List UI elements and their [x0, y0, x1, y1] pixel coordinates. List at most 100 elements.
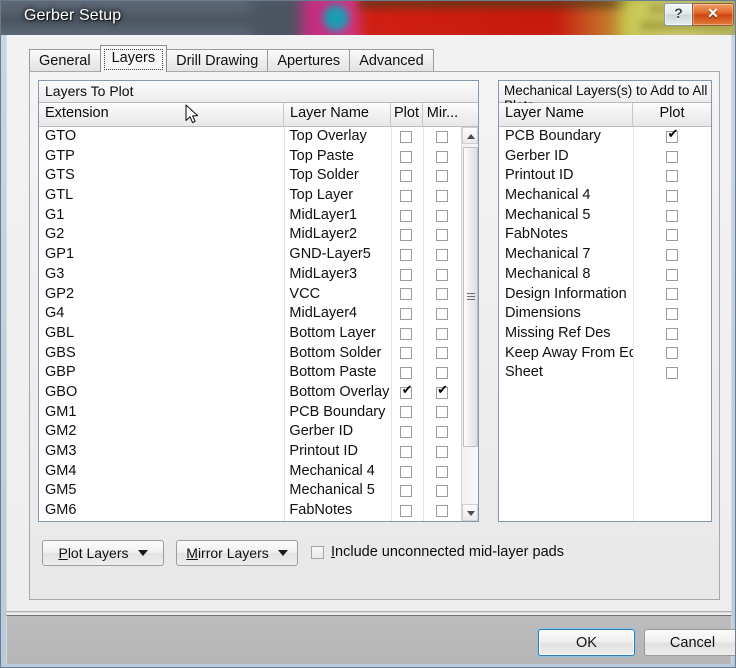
- plot-checkbox[interactable]: [400, 288, 413, 301]
- plot-checkbox[interactable]: [400, 130, 413, 143]
- plot-checkbox[interactable]: [400, 209, 413, 222]
- plot-checkbox[interactable]: [666, 248, 678, 261]
- tab-advanced[interactable]: Advanced: [349, 49, 434, 72]
- checkbox-box[interactable]: [311, 545, 324, 559]
- layers-to-plot-list[interactable]: Layers To Plot Extension Layer Name Plot…: [38, 80, 479, 522]
- mirror-checkbox[interactable]: [435, 229, 448, 242]
- mirror-checkbox[interactable]: [435, 504, 448, 517]
- plot-checkbox[interactable]: [400, 327, 413, 340]
- cancel-button[interactable]: Cancel: [644, 629, 735, 656]
- mirror-checkbox[interactable]: [435, 485, 448, 498]
- column-header-plot[interactable]: Plot: [391, 103, 423, 126]
- table-row[interactable]: GM1 PCB Boundary: [39, 403, 461, 423]
- plot-checkbox[interactable]: [666, 209, 678, 222]
- plot-checkbox[interactable]: [400, 426, 413, 439]
- plot-checkbox[interactable]: [666, 170, 678, 183]
- table-row[interactable]: PCB Boundary: [499, 127, 711, 147]
- mirror-checkbox[interactable]: [435, 288, 448, 301]
- mirror-checkbox[interactable]: [435, 189, 448, 202]
- table-row[interactable]: Missing Ref Des: [499, 324, 711, 344]
- mirror-checkbox[interactable]: [435, 268, 448, 281]
- table-row[interactable]: GTL Top Layer: [39, 186, 461, 206]
- table-row[interactable]: Mechanical 7: [499, 245, 711, 265]
- plot-checkbox[interactable]: [400, 367, 413, 380]
- close-button[interactable]: ✕: [692, 3, 734, 26]
- table-row[interactable]: Design Information: [499, 285, 711, 305]
- table-row[interactable]: GBP Bottom Paste: [39, 363, 461, 383]
- table-row[interactable]: Keep Away From Edge: [499, 344, 711, 364]
- plot-checkbox[interactable]: [400, 308, 413, 321]
- mirror-checkbox[interactable]: [435, 248, 448, 261]
- column-header-plot[interactable]: Plot: [633, 103, 711, 126]
- plot-checkbox[interactable]: [666, 128, 680, 143]
- table-row[interactable]: GM3 Printout ID: [39, 442, 461, 462]
- table-row[interactable]: Mechanical 5: [499, 206, 711, 226]
- mirror-checkbox[interactable]: [435, 465, 448, 478]
- tab-general[interactable]: General: [29, 49, 101, 72]
- mirror-checkbox[interactable]: [435, 445, 448, 458]
- plot-checkbox[interactable]: [666, 308, 678, 321]
- plot-checkbox[interactable]: [400, 465, 413, 478]
- table-row[interactable]: Sheet: [499, 363, 711, 383]
- plot-checkbox[interactable]: [666, 347, 678, 360]
- tab-apertures[interactable]: Apertures: [267, 49, 351, 72]
- mirror-checkbox[interactable]: [435, 209, 448, 222]
- mirror-checkbox[interactable]: [435, 327, 448, 340]
- plot-checkbox[interactable]: [666, 327, 678, 340]
- title-bar[interactable]: Gerber Setup ? ✕: [1, 1, 735, 35]
- column-header-layer-name[interactable]: Layer Name: [499, 103, 633, 126]
- layers-list-scrollbar[interactable]: [461, 127, 478, 521]
- plot-checkbox[interactable]: [400, 150, 413, 163]
- mirror-checkbox[interactable]: [435, 130, 448, 143]
- mirror-checkbox[interactable]: [435, 384, 450, 399]
- table-row[interactable]: Gerber ID: [499, 147, 711, 167]
- table-row[interactable]: G2 MidLayer2: [39, 225, 461, 245]
- plot-checkbox[interactable]: [400, 268, 413, 281]
- plot-checkbox[interactable]: [400, 406, 413, 419]
- plot-checkbox[interactable]: [666, 229, 678, 242]
- table-row[interactable]: G3 MidLayer3: [39, 265, 461, 285]
- mirror-checkbox[interactable]: [435, 347, 448, 360]
- mechanical-layers-list[interactable]: Mechanical Layers(s) to Add to All Plots…: [498, 80, 712, 522]
- scrollbar-thumb[interactable]: [463, 147, 478, 447]
- mirror-checkbox[interactable]: [435, 426, 448, 439]
- mirror-layers-button[interactable]: Mirror Layers: [176, 540, 298, 566]
- table-row[interactable]: GP2 VCC: [39, 285, 461, 305]
- table-row[interactable]: GTO Top Overlay: [39, 127, 461, 147]
- mirror-checkbox[interactable]: [435, 150, 448, 163]
- table-row[interactable]: G4 MidLayer4: [39, 304, 461, 324]
- plot-checkbox[interactable]: [666, 268, 678, 281]
- table-row[interactable]: GM4 Mechanical 4: [39, 462, 461, 482]
- table-row[interactable]: GM5 Mechanical 5: [39, 481, 461, 501]
- table-row[interactable]: GTP Top Paste: [39, 147, 461, 167]
- scroll-down-button[interactable]: [462, 504, 478, 521]
- plot-checkbox[interactable]: [666, 150, 678, 163]
- help-button[interactable]: ?: [664, 3, 693, 26]
- plot-checkbox[interactable]: [400, 170, 413, 183]
- plot-checkbox[interactable]: [400, 445, 413, 458]
- column-header-layer-name[interactable]: Layer Name: [284, 103, 391, 126]
- plot-checkbox[interactable]: [400, 248, 413, 261]
- plot-checkbox[interactable]: [400, 229, 413, 242]
- table-row[interactable]: Mechanical 4: [499, 186, 711, 206]
- include-unconnected-pads-checkbox[interactable]: Include unconnected mid-layer pads: [311, 544, 564, 560]
- mirror-checkbox[interactable]: [435, 406, 448, 419]
- tab-drill-drawing[interactable]: Drill Drawing: [166, 49, 269, 72]
- plot-layers-button[interactable]: Plot Layers: [42, 540, 164, 566]
- plot-checkbox[interactable]: [400, 189, 413, 202]
- table-row[interactable]: FabNotes: [499, 225, 711, 245]
- table-row[interactable]: GBO Bottom Overlay: [39, 383, 461, 403]
- mirror-checkbox[interactable]: [435, 170, 448, 183]
- plot-checkbox[interactable]: [400, 504, 413, 517]
- plot-checkbox[interactable]: [666, 189, 678, 202]
- ok-button[interactable]: OK: [538, 629, 635, 656]
- table-row[interactable]: GM2 Gerber ID: [39, 422, 461, 442]
- plot-checkbox[interactable]: [400, 384, 414, 399]
- column-header-extension[interactable]: Extension: [39, 103, 284, 126]
- table-row[interactable]: Mechanical 8: [499, 265, 711, 285]
- scroll-up-button[interactable]: [462, 127, 478, 144]
- table-row[interactable]: GP1 GND-Layer5: [39, 245, 461, 265]
- table-row[interactable]: Printout ID: [499, 166, 711, 186]
- table-row[interactable]: GTS Top Solder: [39, 166, 461, 186]
- tab-layers[interactable]: Layers: [99, 45, 168, 72]
